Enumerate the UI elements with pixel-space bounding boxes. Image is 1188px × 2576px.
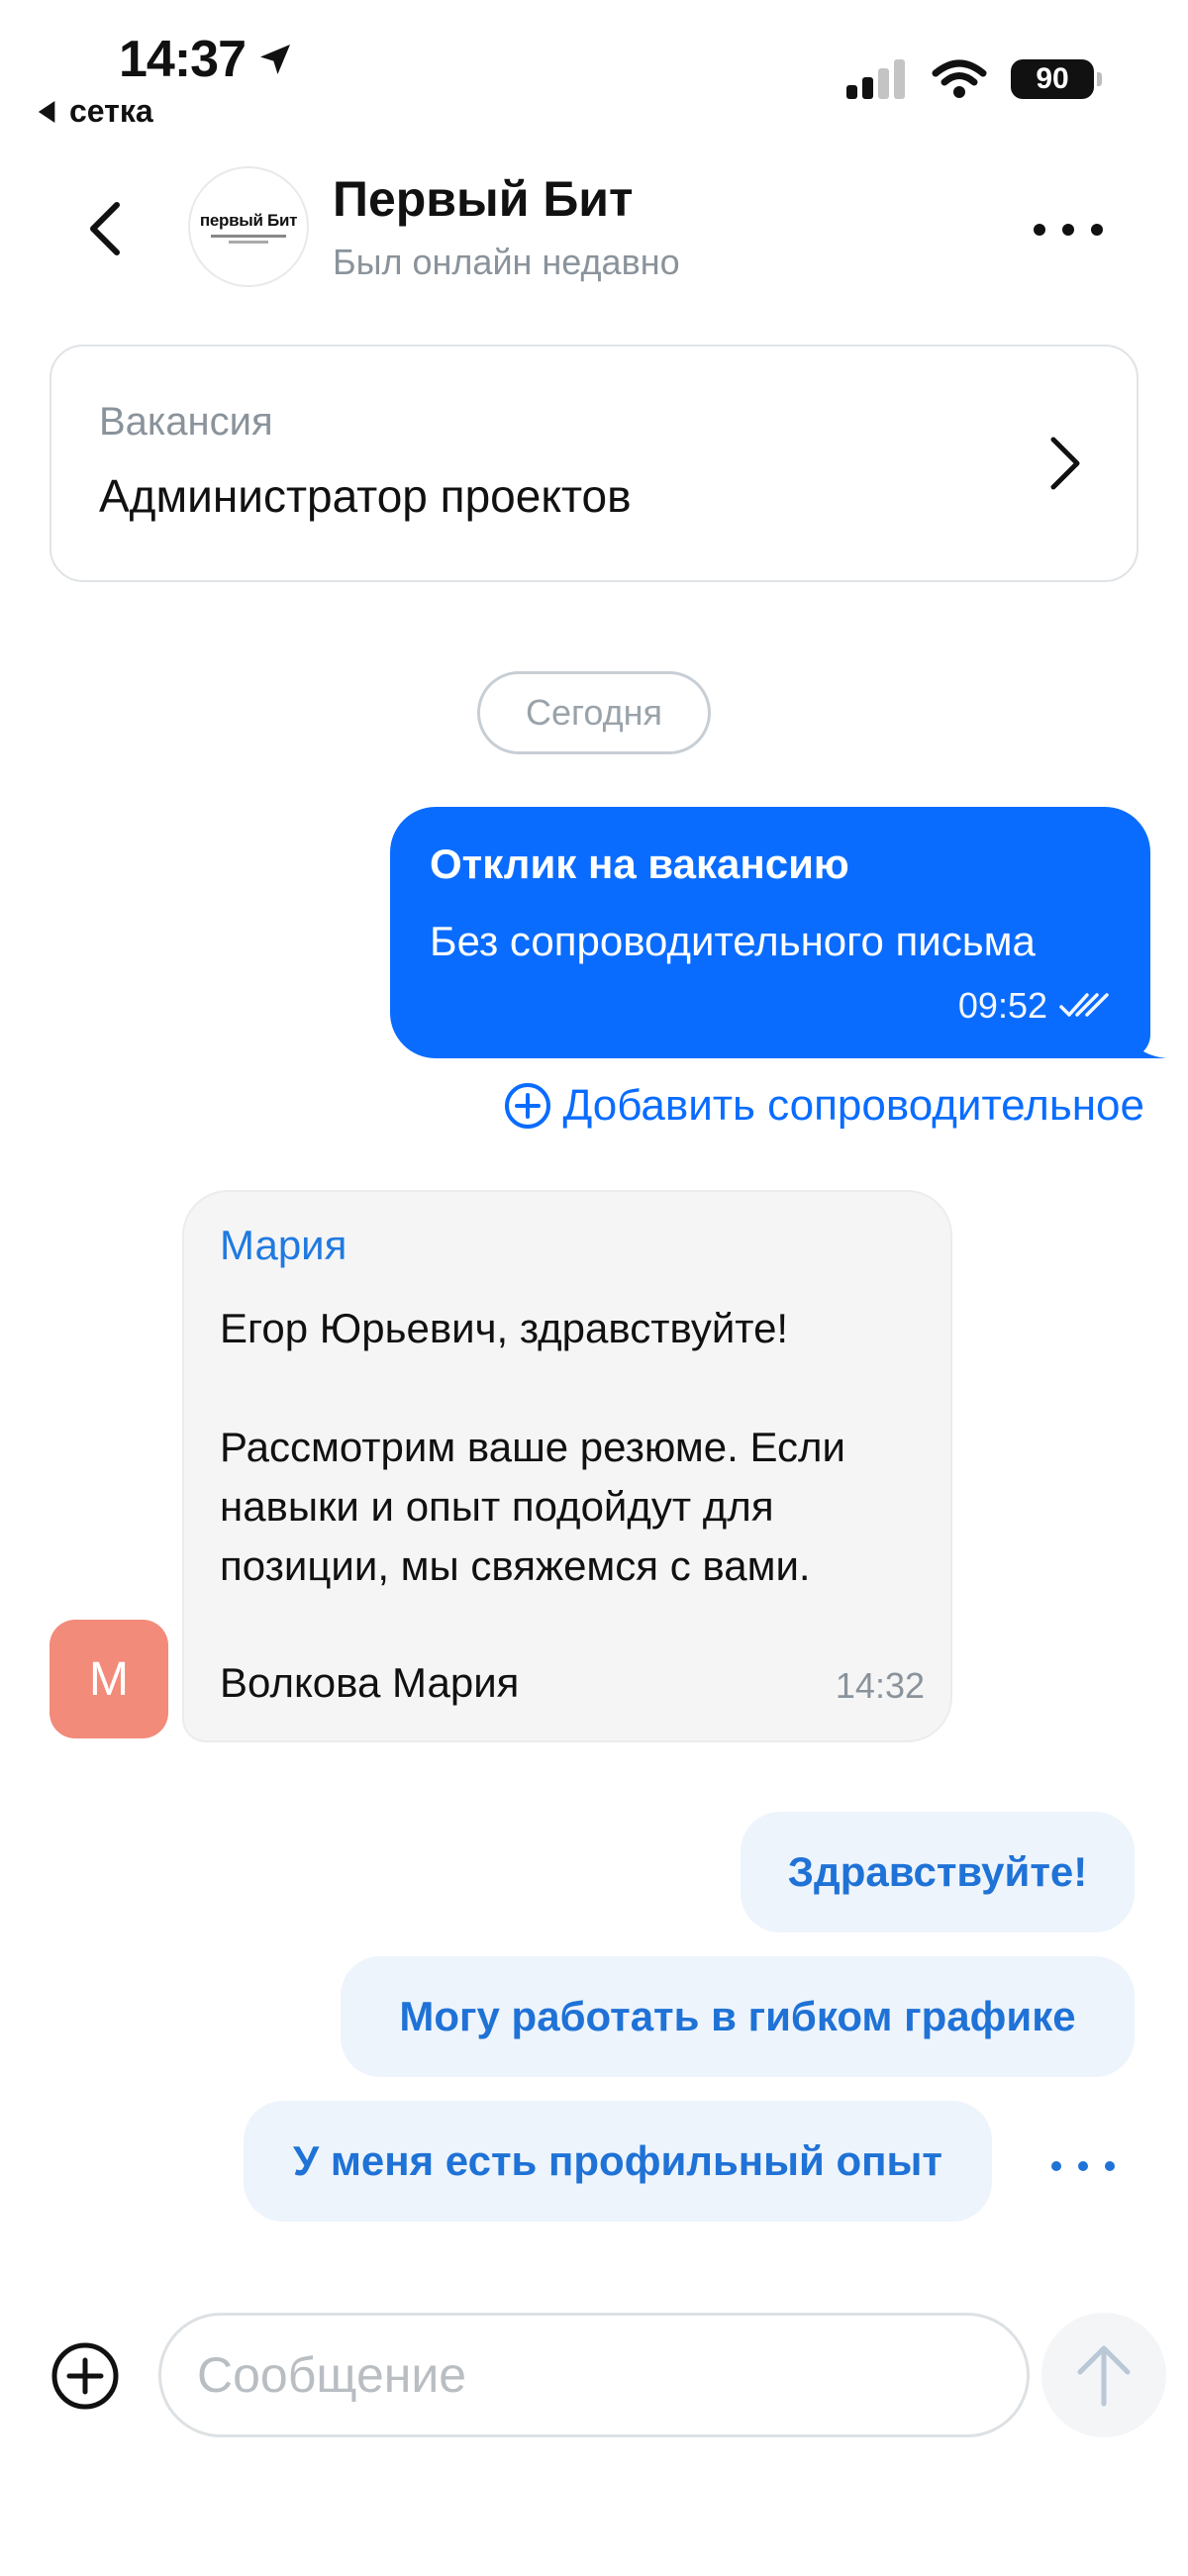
status-indicators: 90 <box>846 59 1102 99</box>
add-cover-letter-link[interactable]: Добавить сопроводительное <box>503 1081 1144 1131</box>
company-logo-text: первый Бит <box>199 210 298 230</box>
attach-button[interactable] <box>50 2340 121 2412</box>
quick-reply-button[interactable]: Могу работать в гибком графике <box>341 1956 1135 2077</box>
dot-icon <box>1062 224 1074 236</box>
message-input[interactable]: Сообщение <box>158 2313 1030 2437</box>
arrow-up-icon <box>1077 2345 1131 2407</box>
logo-line <box>211 234 286 238</box>
battery-indicator: 90 <box>1011 59 1102 99</box>
status-time-text: 14:37 <box>119 31 247 88</box>
plus-circle-icon <box>505 1083 551 1129</box>
outgoing-message[interactable]: Отклик на вакансию Без сопроводительного… <box>390 807 1166 1058</box>
vacancy-card[interactable]: Вакансия Администратор проектов <box>50 345 1138 582</box>
quick-reply-button[interactable]: У меня есть профильный опыт <box>244 2101 992 2222</box>
outgoing-message-meta: 09:52 <box>958 985 1111 1027</box>
outgoing-message-title: Отклик на вакансию <box>430 841 849 887</box>
date-divider: Сегодня <box>477 671 711 754</box>
message-input-placeholder: Сообщение <box>197 2347 467 2403</box>
dot-icon <box>1078 2161 1088 2171</box>
back-button[interactable] <box>79 194 129 263</box>
vacancy-label: Вакансия <box>99 400 273 444</box>
outgoing-message-text: Без сопроводительного письма <box>430 918 1036 964</box>
dot-icon <box>1034 224 1045 236</box>
vacancy-title: Администратор проектов <box>99 470 632 522</box>
small-back-triangle-icon <box>38 100 55 123</box>
logo-line <box>229 240 268 244</box>
incoming-message[interactable]: Мария Егор Юрьевич, здравствуйте! Рассмо… <box>182 1190 952 1742</box>
incoming-message-time: 14:32 <box>835 1665 925 1706</box>
status-time: 14:37 <box>119 30 295 89</box>
dot-icon <box>1091 224 1103 236</box>
signal-icon <box>846 59 905 99</box>
back-app-label: сетка <box>69 93 153 129</box>
chevron-left-icon <box>90 202 120 255</box>
dot-icon <box>1051 2161 1061 2171</box>
double-check-icon <box>1059 993 1109 1017</box>
chevron-right-icon <box>1050 437 1080 490</box>
sender-avatar[interactable]: М <box>50 1620 168 1738</box>
wifi-icon <box>932 59 987 98</box>
location-arrow-icon <box>260 45 290 74</box>
plus-circle-icon <box>51 2342 119 2410</box>
add-cover-letter-label: Добавить сопроводительное <box>562 1081 1144 1130</box>
incoming-signature: Волкова Мария <box>220 1659 520 1706</box>
company-name[interactable]: Первый Бит <box>333 170 634 228</box>
back-to-app[interactable]: сетка <box>38 93 153 130</box>
outgoing-message-time: 09:52 <box>957 985 1047 1026</box>
send-button[interactable] <box>1041 2313 1166 2437</box>
quick-reply-button[interactable]: Здравствуйте! <box>741 1812 1135 1932</box>
battery-level: 90 <box>1036 62 1069 95</box>
more-options-button[interactable] <box>1034 210 1103 249</box>
chat-screen: 14:37 сетка 90 первый Бит Первый Бит Был… <box>0 0 1188 2576</box>
more-quick-replies-button[interactable] <box>1051 2154 1115 2178</box>
incoming-message-text: Егор Юрьевич, здравствуйте! Рассмотрим в… <box>220 1305 845 1589</box>
incoming-sender-name: Мария <box>220 1222 347 1268</box>
bubble-tail <box>1127 1029 1166 1058</box>
company-avatar[interactable]: первый Бит <box>188 166 309 287</box>
online-status: Был онлайн недавно <box>333 242 680 282</box>
dot-icon <box>1105 2161 1115 2171</box>
sender-avatar-letter: М <box>89 1652 129 1706</box>
